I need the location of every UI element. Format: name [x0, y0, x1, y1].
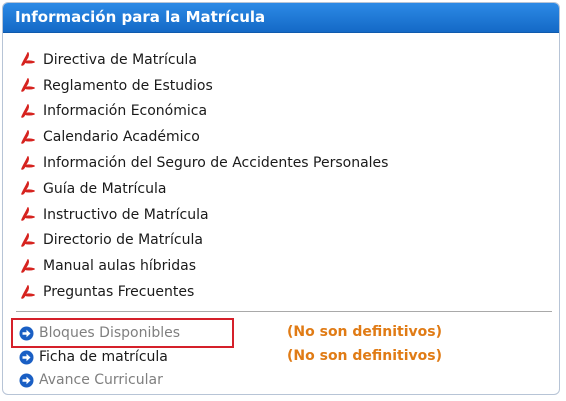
- document-link[interactable]: Directorio de Matrícula: [19, 228, 388, 254]
- matricula-info-panel: Información para la Matrícula Directiva …: [2, 2, 560, 395]
- document-link[interactable]: Guía de Matrícula: [19, 176, 388, 202]
- document-label: Manual aulas híbridas: [43, 258, 197, 275]
- document-label: Reglamento de Estudios: [43, 77, 213, 94]
- document-link[interactable]: Reglamento de Estudios: [19, 73, 388, 99]
- status-note: (No son definitivos): [287, 348, 443, 364]
- pdf-icon: [19, 155, 36, 172]
- document-label: Directorio de Matrícula: [43, 232, 203, 249]
- panel-title: Información para la Matrícula: [15, 8, 266, 26]
- document-link[interactable]: Información Económica: [19, 99, 388, 125]
- document-link[interactable]: Preguntas Frecuentes: [19, 279, 388, 305]
- link-row: Ficha de matrícula: [19, 346, 168, 368]
- arrow-right-circle-icon[interactable]: [19, 373, 34, 388]
- divider: [16, 311, 552, 312]
- highlight-box: [11, 318, 234, 348]
- pdf-icon: [19, 284, 36, 301]
- link-row: Avance Curricular: [19, 369, 163, 391]
- document-link[interactable]: Información del Seguro de Accidentes Per…: [19, 150, 388, 176]
- pdf-icon: [19, 232, 36, 249]
- pdf-icon: [19, 51, 36, 68]
- pdf-icon: [19, 180, 36, 197]
- arrow-right-circle-icon[interactable]: [19, 350, 34, 365]
- document-label: Guía de Matrícula: [43, 180, 167, 197]
- document-label: Directiva de Matrícula: [43, 51, 197, 68]
- document-label: Información Económica: [43, 103, 208, 120]
- document-link[interactable]: Instructivo de Matrícula: [19, 202, 388, 228]
- link-label[interactable]: Avance Curricular: [39, 372, 163, 388]
- status-note: (No son definitivos): [287, 324, 443, 340]
- document-label: Preguntas Frecuentes: [43, 284, 195, 301]
- pdf-icon: [19, 77, 36, 94]
- pdf-icon: [19, 129, 36, 146]
- document-list: Directiva de Matrícula Reglamento de Estu…: [19, 47, 388, 305]
- document-link[interactable]: Calendario Académico: [19, 124, 388, 150]
- document-link[interactable]: Manual aulas híbridas: [19, 253, 388, 279]
- link-label[interactable]: Ficha de matrícula: [39, 349, 168, 365]
- document-label: Instructivo de Matrícula: [43, 206, 209, 223]
- document-label: Información del Seguro de Accidentes Per…: [43, 155, 389, 172]
- pdf-icon: [19, 103, 36, 120]
- pdf-icon: [19, 258, 36, 275]
- panel-header: Información para la Matrícula: [3, 3, 559, 33]
- document-label: Calendario Académico: [43, 129, 200, 146]
- document-link[interactable]: Directiva de Matrícula: [19, 47, 388, 73]
- pdf-icon: [19, 206, 36, 223]
